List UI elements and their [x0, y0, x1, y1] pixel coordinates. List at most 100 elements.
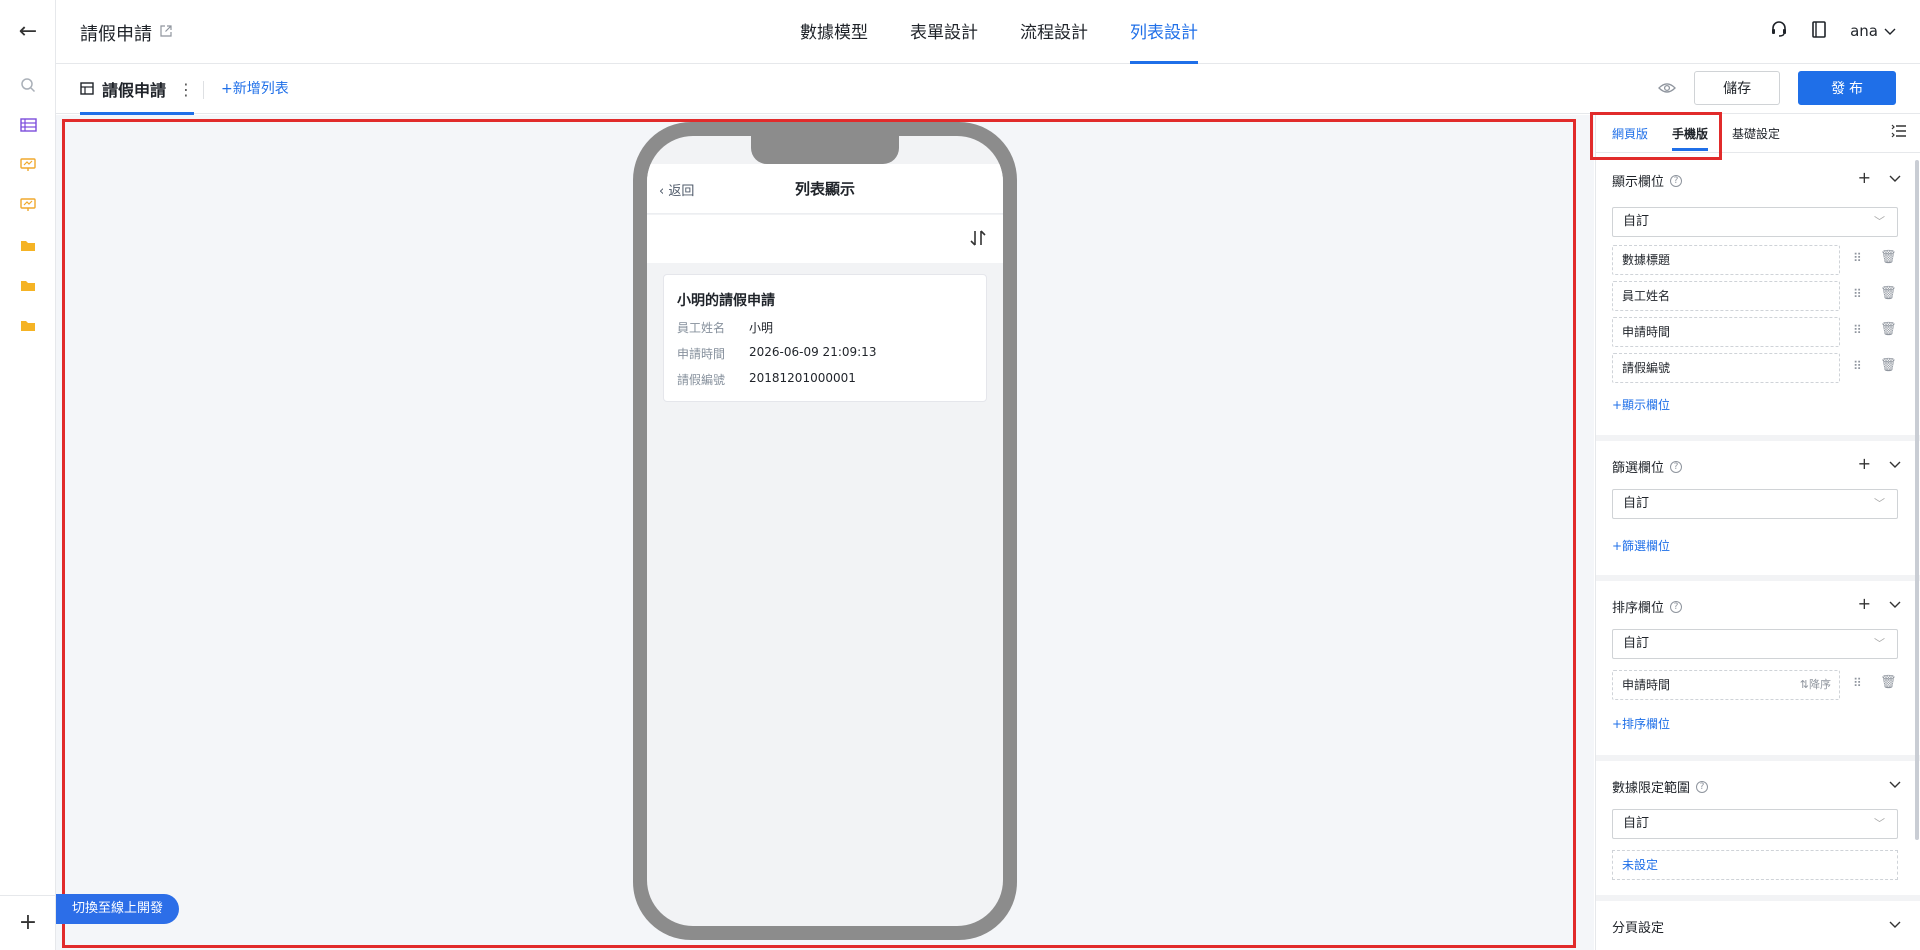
chevron-down-icon[interactable]	[1889, 914, 1901, 933]
left-rail: ← +	[0, 0, 56, 950]
section-filter-fields: 篩選欄位 ? + 自訂 ﹀ +篩選欄位	[1596, 441, 1920, 581]
dashboard-icon[interactable]	[18, 155, 38, 175]
chevron-down-icon[interactable]	[1889, 594, 1901, 613]
sort-order-toggle[interactable]: ⇅降序	[1800, 671, 1831, 699]
tab-data-model[interactable]: 數據模型	[800, 0, 868, 64]
display-field-item[interactable]: 請假編號	[1612, 353, 1840, 383]
plus-icon[interactable]: +	[1858, 168, 1871, 187]
help-icon[interactable]: ?	[1670, 460, 1683, 473]
help-icon[interactable]: ?	[1696, 780, 1709, 793]
delete-icon[interactable]: 🗑	[1880, 286, 1897, 301]
external-link-icon[interactable]	[160, 25, 172, 41]
tab-form-design[interactable]: 表單設計	[910, 0, 978, 64]
top-bar: 請假申請 數據模型 表單設計 流程設計 列表設計 ana	[56, 0, 1920, 64]
app-title-text: 請假申請	[80, 24, 152, 45]
panel-scrollbar[interactable]	[1915, 160, 1919, 840]
list-tab[interactable]: 請假申請 ⋮	[80, 64, 195, 115]
scope-unset-box[interactable]: 未設定	[1612, 850, 1898, 880]
sort-field-item[interactable]: 申請時間 ⇅降序	[1612, 670, 1840, 700]
support-icon[interactable]	[1770, 20, 1788, 42]
search-icon[interactable]	[18, 75, 38, 95]
card-row-key: 員工姓名	[677, 321, 726, 335]
drag-handle-icon[interactable]: ⠿	[1853, 287, 1862, 301]
drag-handle-icon[interactable]: ⠿	[1853, 359, 1862, 373]
document-icon[interactable]	[1812, 20, 1826, 42]
folder-icon[interactable]	[18, 275, 38, 295]
section-header: 分頁設定	[1612, 917, 1664, 936]
publish-button[interactable]: 發 布	[1798, 71, 1896, 105]
add-list-button[interactable]: +新增列表	[221, 64, 289, 114]
section-display-fields: 顯示欄位 ? + 自訂 ﹀ 數據標題 ⠿ 🗑 員工姓名 ⠿ 🗑 申請時間 ⠿ 🗑	[1596, 154, 1920, 441]
folder-icon[interactable]	[18, 315, 38, 335]
phone-preview: ‹ 返回 列表顯示 小明的請假申請 員工姓名 小明 申請時間 2026-06-0…	[633, 122, 1017, 940]
chevron-down-icon: ﹀	[1874, 497, 1885, 510]
top-right-actions: ana	[1770, 20, 1896, 42]
drag-handle-icon[interactable]: ⠿	[1853, 676, 1862, 690]
more-options-icon[interactable]: ⋮	[178, 80, 194, 99]
back-arrow-icon[interactable]: ←	[16, 20, 40, 44]
section-header: 顯示欄位 ?	[1612, 171, 1683, 190]
list-tab-label: 請假申請	[102, 81, 167, 100]
delete-icon[interactable]: 🗑	[1880, 675, 1897, 690]
drag-handle-icon[interactable]: ⠿	[1853, 323, 1862, 337]
list-settings-icon[interactable]	[1891, 123, 1907, 142]
delete-icon[interactable]: 🗑	[1880, 250, 1897, 265]
sort-field-label: 申請時間	[1622, 678, 1671, 692]
folder-icon[interactable]	[18, 235, 38, 255]
chevron-down-icon[interactable]	[1889, 454, 1901, 473]
plus-icon[interactable]: +	[1858, 594, 1871, 613]
scope-mode-select[interactable]: 自訂 ﹀	[1612, 809, 1898, 839]
switch-online-dev-button[interactable]: 切換至線上開發	[56, 894, 180, 924]
table-icon[interactable]	[18, 115, 38, 135]
section-title: 顯示欄位	[1612, 175, 1665, 190]
chevron-down-icon: ﹀	[1874, 215, 1885, 228]
add-filter-field-link[interactable]: +篩選欄位	[1612, 537, 1670, 554]
dashboard-icon[interactable]	[18, 195, 38, 215]
section-controls: +	[1858, 594, 1901, 613]
filter-mode-select[interactable]: 自訂 ﹀	[1612, 489, 1898, 519]
tab-flow-design[interactable]: 流程設計	[1020, 0, 1088, 64]
user-name: ana	[1850, 22, 1878, 40]
display-field-item[interactable]: 申請時間	[1612, 317, 1840, 347]
add-sort-field-link[interactable]: +排序欄位	[1612, 715, 1670, 732]
divider	[203, 81, 204, 99]
sub-bar-actions: 儲存 發 布	[1658, 71, 1896, 105]
help-icon[interactable]: ?	[1670, 174, 1683, 187]
display-field-item[interactable]: 員工姓名	[1612, 281, 1840, 311]
add-display-field-link[interactable]: +顯示欄位	[1612, 396, 1670, 413]
help-icon[interactable]: ?	[1670, 600, 1683, 613]
select-value: 自訂	[1623, 816, 1650, 831]
drag-handle-icon[interactable]: ⠿	[1853, 251, 1862, 265]
chevron-down-icon	[1884, 22, 1896, 40]
sort-mode-select[interactable]: 自訂 ﹀	[1612, 629, 1898, 659]
plus-icon[interactable]: +	[1858, 454, 1871, 473]
select-value: 自訂	[1623, 496, 1650, 511]
app-title: 請假申請	[80, 20, 172, 46]
phone-toolbar	[647, 215, 1003, 263]
section-sort-fields: 排序欄位 ? + 自訂 ﹀ 申請時間 ⇅降序 ⠿ 🗑 +排序欄位	[1596, 581, 1920, 761]
delete-icon[interactable]: 🗑	[1880, 358, 1897, 373]
add-icon[interactable]: +	[16, 910, 40, 935]
delete-icon[interactable]: 🗑	[1880, 322, 1897, 337]
tab-mobile[interactable]: 手機版	[1672, 125, 1709, 151]
user-menu[interactable]: ana	[1850, 22, 1896, 40]
sort-icon[interactable]	[969, 229, 987, 252]
chevron-down-icon[interactable]	[1889, 168, 1901, 187]
save-button[interactable]: 儲存	[1694, 71, 1781, 105]
tab-basic-settings[interactable]: 基礎設定	[1732, 125, 1780, 142]
display-field-item[interactable]: 數據標題	[1612, 245, 1840, 275]
chevron-down-icon[interactable]	[1889, 774, 1901, 793]
sort-order-label: 降序	[1809, 678, 1831, 691]
section-paging: 分頁設定	[1596, 901, 1920, 950]
preview-eye-icon[interactable]	[1658, 79, 1677, 98]
select-value: 自訂	[1623, 214, 1650, 229]
list-card[interactable]: 小明的請假申請 員工姓名 小明 申請時間 2026-06-09 21:09:13…	[663, 274, 987, 402]
card-row-key: 申請時間	[677, 347, 726, 361]
tab-web[interactable]: 網頁版	[1612, 125, 1648, 142]
display-mode-select[interactable]: 自訂 ﹀	[1612, 207, 1898, 237]
card-title: 小明的請假申請	[677, 293, 775, 309]
tab-list-design[interactable]: 列表設計	[1130, 0, 1198, 64]
card-row-value: 2026-06-09 21:09:13	[749, 345, 877, 359]
card-row: 員工姓名 小明	[677, 319, 773, 336]
rail-divider	[0, 895, 56, 896]
